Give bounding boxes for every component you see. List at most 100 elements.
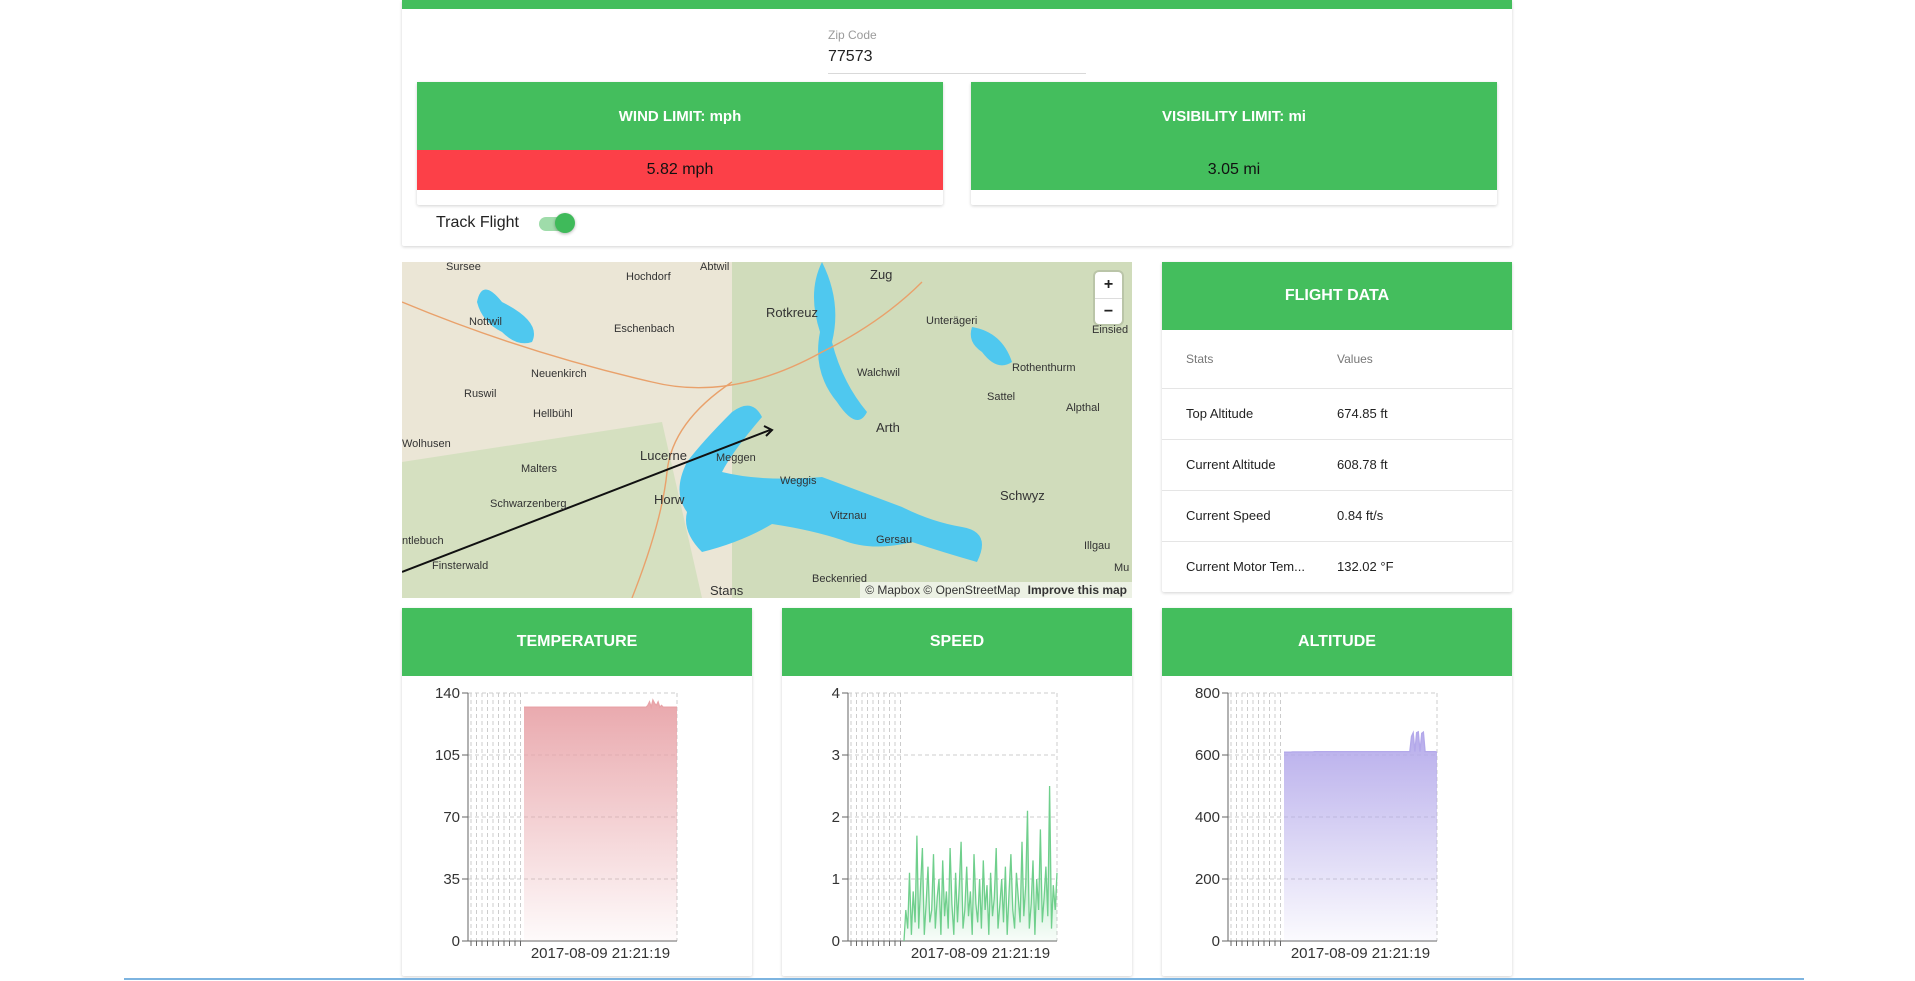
speed-chart-title: SPEED	[782, 608, 1132, 676]
chart-y-tick-label: 4	[832, 685, 840, 702]
chart-y-tick-label: 35	[443, 871, 460, 888]
wind-limit-card: WIND LIMIT: mph 5.82 mph	[417, 82, 943, 205]
speed-chart: 0 1 2 3 4 2017-08-09 21:21:19	[832, 685, 1058, 962]
top-accent-bar	[402, 0, 1512, 9]
visibility-limit-title: VISIBILITY LIMIT: mi	[971, 82, 1497, 150]
zoom-out-button[interactable]: −	[1095, 298, 1122, 324]
map-place-label: Rotkreuz	[766, 305, 818, 320]
map-place-label: Hochdorf	[626, 271, 672, 283]
map-place-label: Walchwil	[857, 367, 900, 379]
flight-data-table: Stats Values Top Altitude 674.85 ft Curr…	[1162, 330, 1512, 592]
map-place-label: Mu	[1114, 562, 1129, 574]
zip-code-field[interactable]: Zip Code	[828, 28, 1086, 74]
chart-y-tick-label: 200	[1195, 871, 1220, 888]
map-place-label: Horw	[654, 492, 685, 507]
improve-map-link[interactable]: Improve this map	[1028, 583, 1127, 597]
chart-series-line	[1284, 730, 1438, 753]
col-stats-header: Stats	[1186, 351, 1214, 366]
table-row: Current Motor Tem... 132.02 °F	[1162, 540, 1512, 592]
map-place-label: Schwyz	[1000, 488, 1045, 503]
visibility-limit-value: 3.05 mi	[971, 150, 1497, 190]
altitude-chart-title: ALTITUDE	[1162, 608, 1512, 676]
map-place-label: Finsterwald	[432, 560, 488, 572]
settings-panel: Zip Code WIND LIMIT: mph 5.82 mph VISIBI…	[402, 0, 1512, 246]
map-place-label: Einsied	[1092, 324, 1128, 336]
temperature-chart-card: TEMPERATURE 0 35 70 105 140 2017-08-09 21:21:…	[402, 608, 752, 976]
track-flight-toggle[interactable]	[538, 213, 575, 233]
table-row: Top Altitude 674.85 ft	[1162, 387, 1512, 439]
map-place-label: Malters	[521, 463, 558, 475]
map-place-label: Neuenkirch	[531, 368, 587, 380]
map-place-label: ntlebuch	[402, 535, 444, 547]
table-row: Current Altitude 608.78 ft	[1162, 438, 1512, 490]
map-zoom-controls: + −	[1095, 272, 1122, 324]
chart-y-tick-label: 0	[452, 933, 460, 950]
map-place-label: Rothenthurm	[1012, 362, 1076, 374]
toggle-knob[interactable]	[554, 213, 575, 233]
map-place-label: Ruswil	[464, 388, 496, 400]
chart-y-tick-label: 105	[435, 747, 460, 764]
map-place-label: Schwarzenberg	[490, 498, 566, 510]
map-place-label: Weggis	[780, 475, 817, 487]
chart-y-tick-label: 800	[1195, 685, 1220, 702]
chart-x-tick-label: 2017-08-09 21:21:19	[1291, 945, 1430, 962]
stat-name: Current Motor Tem...	[1162, 540, 1337, 592]
map-place-label: Vitznau	[830, 510, 867, 522]
map-place-label: Wolhusen	[402, 438, 451, 450]
map-place-label: Hellbühl	[533, 408, 573, 420]
map-place-label: Beckenried	[812, 573, 867, 585]
speed-chart-card: SPEED 0 1 2 3 4 2017-08-09 21:21:19	[782, 608, 1132, 976]
chart-y-tick-label: 3	[832, 747, 840, 764]
map-place-label: Unterägeri	[926, 315, 977, 327]
flight-map[interactable]: Sursee Abtwil Hochdorf Zug Unterägeri Ei…	[402, 262, 1132, 598]
temperature-chart: 0 35 70 105 140 2017-08-09 21:21:19	[435, 685, 678, 962]
map-canvas: Sursee Abtwil Hochdorf Zug Unterägeri Ei…	[402, 262, 1132, 598]
map-place-label: Eschenbach	[614, 323, 675, 335]
col-values-header: Values	[1337, 351, 1373, 366]
chart-series-area	[1284, 731, 1437, 941]
map-place-label: Sattel	[987, 391, 1015, 403]
chart-x-tick-label: 2017-08-09 21:21:19	[911, 945, 1050, 962]
zip-code-input[interactable]	[828, 48, 1086, 66]
wind-limit-title: WIND LIMIT: mph	[417, 82, 943, 150]
map-place-label: Stans	[710, 583, 744, 598]
map-attribution-text[interactable]: © Mapbox © OpenStreetMap	[865, 583, 1020, 597]
zoom-in-button[interactable]: +	[1095, 272, 1122, 298]
stat-name: Current Speed	[1162, 489, 1337, 541]
map-place-label: Zug	[870, 267, 892, 282]
chart-y-tick-label: 140	[435, 685, 460, 702]
stat-name: Top Altitude	[1162, 387, 1337, 439]
map-place-label: Meggen	[716, 452, 756, 464]
wind-limit-value: 5.82 mph	[417, 150, 943, 190]
chart-y-tick-label: 0	[832, 933, 840, 950]
map-place-label: Illgau	[1084, 540, 1110, 552]
map-place-label: Lucerne	[640, 448, 687, 463]
chart-y-tick-label: 0	[1212, 933, 1220, 950]
map-place-label: Abtwil	[700, 262, 729, 273]
chart-x-tick-label: 2017-08-09 21:21:19	[531, 945, 670, 962]
stat-value: 674.85 ft	[1337, 387, 1512, 439]
stat-value: 132.02 °F	[1337, 540, 1512, 592]
temperature-chart-title: TEMPERATURE	[402, 608, 752, 676]
visibility-limit-card: VISIBILITY LIMIT: mi 3.05 mi	[971, 82, 1497, 205]
map-place-label: Alpthal	[1066, 402, 1100, 414]
track-flight-label: Track Flight	[436, 214, 519, 231]
zip-code-label: Zip Code	[828, 28, 877, 42]
map-place-label: Gersau	[876, 534, 912, 546]
chart-y-tick-label: 70	[443, 809, 460, 826]
stat-value: 0.84 ft/s	[1337, 489, 1512, 541]
page-bottom-border	[124, 978, 1804, 980]
map-place-label: Sursee	[446, 262, 481, 273]
chart-y-tick-label: 1	[832, 871, 840, 888]
stat-value: 608.78 ft	[1337, 438, 1512, 490]
altitude-chart-card: ALTITUDE 0 200 400 600 800 2017-08-09 21:21:1…	[1162, 608, 1512, 976]
flight-data-card: FLIGHT DATA Stats Values Top Altitude 67…	[1162, 262, 1512, 592]
stat-name: Current Altitude	[1162, 438, 1337, 490]
track-flight-row: Track Flight	[436, 213, 575, 233]
table-row: Current Speed 0.84 ft/s	[1162, 489, 1512, 541]
map-attribution: © Mapbox © OpenStreetMap Improve this ma…	[860, 582, 1132, 598]
flight-data-title: FLIGHT DATA	[1162, 262, 1512, 330]
chart-y-tick-label: 600	[1195, 747, 1220, 764]
map-place-label: Arth	[876, 420, 900, 435]
chart-y-tick-label: 400	[1195, 809, 1220, 826]
